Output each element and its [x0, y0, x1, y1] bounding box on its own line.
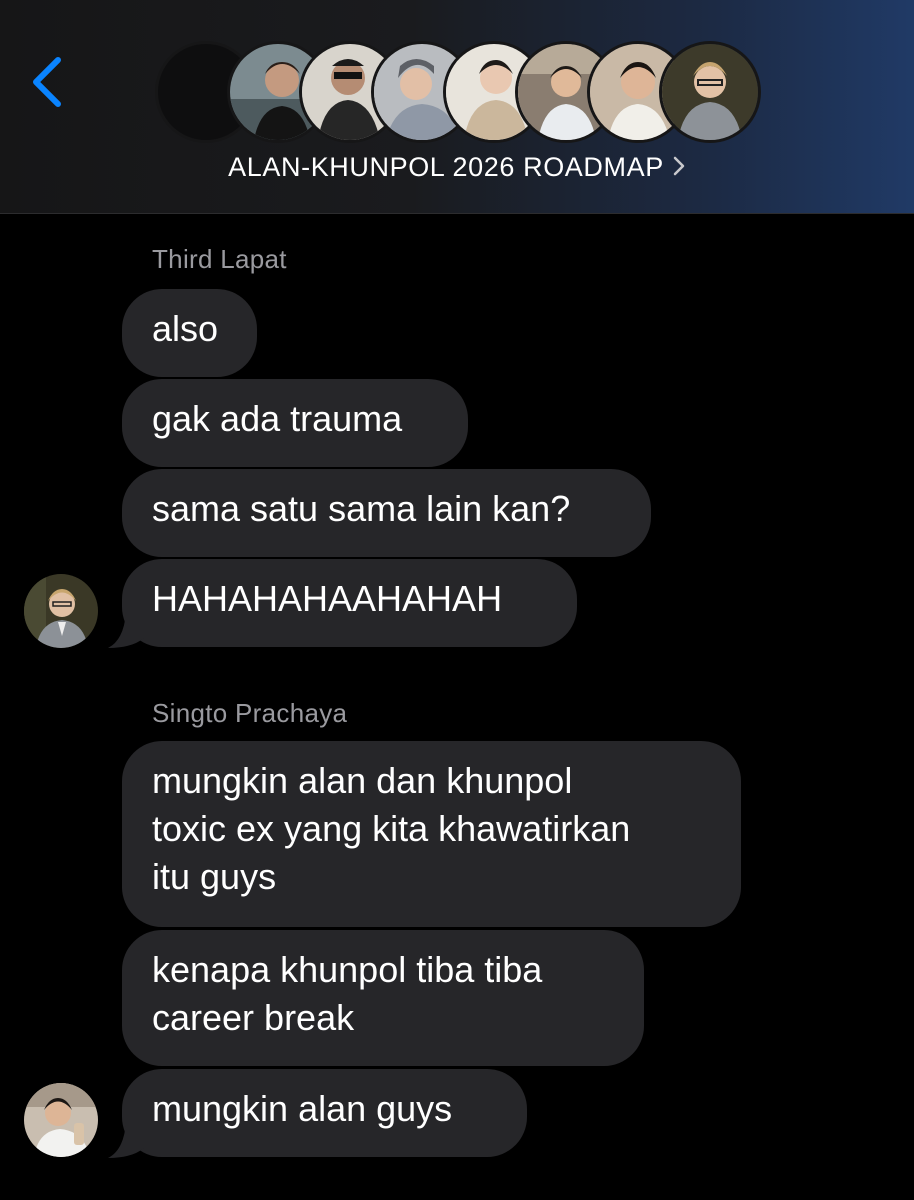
- bubble-tail: [108, 612, 144, 648]
- message-text: kenapa khunpol tiba tiba career break: [152, 949, 543, 1038]
- chevron-left-icon: [33, 57, 61, 107]
- chevron-right-icon: [672, 153, 686, 184]
- sender-avatar-singto-prachaya[interactable]: [24, 1083, 98, 1157]
- message-text: mungkin alan dan khunpol toxic ex yang k…: [152, 760, 631, 897]
- message-text: sama satu sama lain kan?: [152, 488, 571, 529]
- message-bubble[interactable]: kenapa khunpol tiba tiba career break: [122, 930, 644, 1066]
- chat-header: ALAN-KHUNPOL 2026 ROADMAP: [0, 0, 914, 214]
- message-bubble[interactable]: also: [122, 289, 257, 377]
- sender-name: Singto Prachaya: [152, 698, 348, 728]
- message-text: gak ada trauma: [152, 398, 403, 439]
- sender-avatar-third-lapat[interactable]: [24, 574, 98, 648]
- group-name-button[interactable]: ALAN-KHUNPOL 2026 ROADMAP: [0, 152, 914, 184]
- group-name: ALAN-KHUNPOL 2026 ROADMAP: [228, 152, 664, 182]
- message-text: HAHAHAHAAHAHAH: [152, 578, 503, 619]
- message-text: also: [152, 308, 219, 349]
- participant-avatar: [662, 44, 758, 140]
- message-bubble[interactable]: HAHAHAHAAHAHAH: [122, 559, 577, 647]
- sender-name: Third Lapat: [152, 244, 287, 274]
- back-button[interactable]: [22, 48, 78, 112]
- message-text: mungkin alan guys: [152, 1088, 453, 1129]
- bubble-tail: [108, 1122, 144, 1158]
- message-bubble[interactable]: gak ada trauma: [122, 379, 468, 467]
- message-bubble[interactable]: mungkin alan dan khunpol toxic ex yang k…: [122, 741, 741, 927]
- message-bubble[interactable]: mungkin alan guys: [122, 1069, 527, 1157]
- message-bubble[interactable]: sama satu sama lain kan?: [122, 469, 651, 557]
